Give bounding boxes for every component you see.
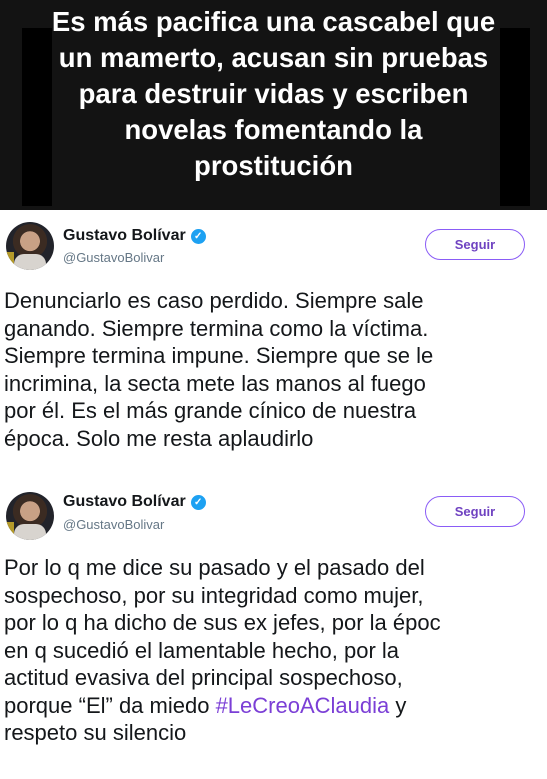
tweet-line: por lo q ha dicho de sus ex jefes, por l…: [4, 610, 441, 635]
author-display-name[interactable]: Gustavo Bolívar: [63, 227, 186, 245]
banner-left-bar: [22, 28, 52, 206]
tweet-line: ganando. Siempre termina como la víctima…: [4, 315, 429, 341]
tweet-line: incrimina, la secta mete las manos al fu…: [4, 370, 426, 396]
tweet-line: en q sucedió el lamentable hecho, por la: [4, 637, 400, 663]
follow-button[interactable]: Seguir: [425, 496, 525, 527]
tweet-line: Siempre termina impune. Siempre que se l…: [4, 343, 434, 368]
avatar[interactable]: [6, 492, 54, 540]
tweet-line: Denunciarlo es caso perdido. Siempre sal…: [4, 288, 424, 313]
follow-button[interactable]: Seguir: [425, 229, 525, 260]
hashtag-link[interactable]: #LeCreoAClaudia: [216, 693, 390, 718]
author-handle[interactable]: @GustavoBolivar: [63, 517, 164, 532]
tweet-text: Por lo q me dice su pasado y el pasado d…: [4, 554, 544, 747]
verified-badge-icon: ✓: [190, 228, 206, 244]
tweet-line-tail: y: [389, 692, 407, 718]
author-name-row[interactable]: Gustavo Bolívar ✓: [63, 493, 206, 511]
tweet-line: respeto su silencio: [4, 720, 187, 745]
banner-right-bar: [500, 28, 530, 206]
tweet-line: época. Solo me resta aplaudirlo: [4, 425, 314, 451]
tweet-line: Por lo q me dice su pasado y el pasado d…: [4, 555, 425, 580]
tweet-card: Gustavo Bolívar ✓ @GustavoBolivar Seguir…: [0, 210, 547, 488]
author-name-row[interactable]: Gustavo Bolívar ✓: [63, 227, 206, 245]
tweet-card: Gustavo Bolívar ✓ @GustavoBolivar Seguir…: [0, 478, 547, 779]
author-handle[interactable]: @GustavoBolivar: [63, 250, 164, 265]
avatar[interactable]: [6, 222, 54, 270]
author-display-name[interactable]: Gustavo Bolívar: [63, 493, 186, 511]
tweet-line: actitud evasiva del principal sospechoso…: [4, 665, 403, 690]
image-caption-banner: Es más pacifica una cascabel que un mame…: [0, 0, 547, 210]
verified-badge-icon: ✓: [190, 494, 206, 510]
banner-caption-text: Es más pacifica una cascabel que un mame…: [51, 6, 496, 181]
tweet-line: por él. Es el más grande cínico de nuest…: [4, 398, 417, 423]
tweet-line: sospechoso, por su integridad como mujer…: [4, 582, 424, 608]
tweet-text: Denunciarlo es caso perdido. Siempre sal…: [4, 287, 544, 452]
tweet-line: porque “El” da miedo: [4, 692, 216, 718]
